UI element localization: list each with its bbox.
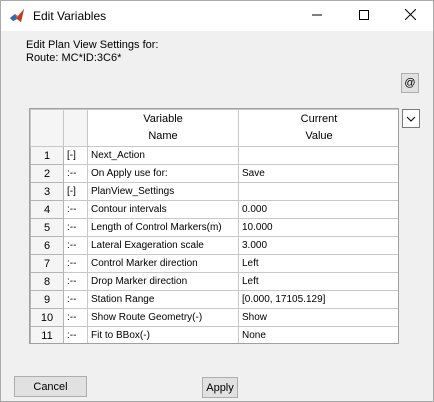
- header-route: Route: MC*ID:3C6*: [26, 52, 122, 64]
- close-button[interactable]: [387, 1, 433, 31]
- minimize-button[interactable]: [294, 1, 340, 31]
- close-icon: [404, 8, 416, 23]
- row-number: 4: [30, 200, 64, 219]
- tree-toggle[interactable]: :--: [63, 164, 88, 183]
- apply-button[interactable]: Apply: [202, 377, 238, 398]
- variable-value-cell[interactable]: [238, 146, 398, 165]
- tree-toggle[interactable]: :--: [63, 236, 88, 255]
- row-number: 2: [30, 164, 64, 183]
- table-row[interactable]: 1 [-] Next_Action: [30, 146, 398, 165]
- column-header-text: Name: [148, 130, 178, 142]
- table-row[interactable]: 9:-- Station Range [0.000, 17105.129]: [30, 290, 398, 309]
- matlab-icon: [9, 8, 25, 24]
- title-bar: Edit Variables: [1, 1, 433, 31]
- row-number: 1: [30, 146, 64, 165]
- cancel-button[interactable]: Cancel: [14, 376, 87, 397]
- variable-value-cell[interactable]: None: [238, 326, 398, 343]
- tree-toggle[interactable]: :--: [63, 200, 88, 219]
- variable-name-cell: Length of Control Markers(m): [87, 218, 239, 237]
- column-header-text: Current: [300, 113, 338, 125]
- tree-toggle[interactable]: :--: [63, 272, 88, 291]
- variable-name-cell: Station Range: [87, 290, 239, 309]
- tree-toggle[interactable]: :--: [63, 326, 88, 343]
- column-header-current-value[interactable]: Current Value: [238, 109, 398, 147]
- row-number: 3: [30, 182, 64, 201]
- variable-value-cell[interactable]: Left: [238, 254, 398, 273]
- chevron-down-icon: [406, 113, 416, 125]
- table-row[interactable]: 11:-- Fit to BBox(-) None: [30, 326, 398, 343]
- header-line-1: Edit Plan View Settings for:: [26, 39, 159, 51]
- variable-value-cell[interactable]: Show: [238, 308, 398, 327]
- row-number: 7: [30, 254, 64, 273]
- tree-toggle[interactable]: :--: [63, 218, 88, 237]
- table-row[interactable]: 8:-- Drop Marker direction Left: [30, 272, 398, 291]
- table-row[interactable]: 6:-- Lateral Exageration scale 3.000: [30, 236, 398, 255]
- variable-value-cell[interactable]: [238, 182, 398, 201]
- tree-toggle[interactable]: :--: [63, 308, 88, 327]
- maximize-button[interactable]: [341, 1, 387, 31]
- variable-name-cell: Control Marker direction: [87, 254, 239, 273]
- variable-name-cell: On Apply use for:: [87, 164, 239, 183]
- row-number: 9: [30, 290, 64, 309]
- at-button[interactable]: @: [401, 73, 419, 93]
- table-row[interactable]: 3 [-] PlanView_Settings: [30, 182, 398, 201]
- window-title: Edit Variables: [33, 9, 107, 23]
- variable-value-cell[interactable]: [0.000, 17105.129]: [238, 290, 398, 309]
- row-number: 5: [30, 218, 64, 237]
- variable-name-cell: Show Route Geometry(-): [87, 308, 239, 327]
- edit-variables-window: Edit Variables Edit Plan View Settings f…: [0, 0, 434, 402]
- variable-name-cell: Next_Action: [87, 146, 239, 165]
- variable-name-cell: Contour intervals: [87, 200, 239, 219]
- variable-value-cell[interactable]: 10.000: [238, 218, 398, 237]
- row-number: 11: [30, 326, 64, 343]
- table-row[interactable]: 2:-- On Apply use for: Save: [30, 164, 398, 183]
- table-row[interactable]: 10:-- Show Route Geometry(-) Show: [30, 308, 398, 327]
- column-header-text: Variable: [143, 113, 183, 125]
- variable-value-cell[interactable]: 3.000: [238, 236, 398, 255]
- row-number: 10: [30, 308, 64, 327]
- variable-value-cell[interactable]: Left: [238, 272, 398, 291]
- dropdown-button[interactable]: [402, 109, 420, 128]
- table-row[interactable]: 5:-- Length of Control Markers(m) 10.000: [30, 218, 398, 237]
- variables-table: Variable Name Current Value 1 [-] Next_Act…: [29, 108, 399, 344]
- column-header-text: Value: [305, 130, 333, 142]
- tree-toggle[interactable]: [-]: [63, 182, 88, 201]
- variable-name-cell: PlanView_Settings: [87, 182, 239, 201]
- tree-toggle[interactable]: :--: [63, 254, 88, 273]
- tree-toggle[interactable]: [-]: [63, 146, 88, 165]
- variable-value-cell[interactable]: Save: [238, 164, 398, 183]
- tree-toggle[interactable]: :--: [63, 290, 88, 309]
- variable-name-cell: Drop Marker direction: [87, 272, 239, 291]
- variable-name-cell: Lateral Exageration scale: [87, 236, 239, 255]
- row-number: 6: [30, 236, 64, 255]
- tree-header: [63, 109, 88, 147]
- variable-name-cell: Fit to BBox(-): [87, 326, 239, 343]
- table-row[interactable]: 7:-- Control Marker direction Left: [30, 254, 398, 273]
- row-number: 8: [30, 272, 64, 291]
- minimize-icon: [312, 10, 322, 23]
- maximize-icon: [359, 9, 369, 23]
- row-number-header: [30, 109, 64, 147]
- table-row[interactable]: 4:-- Contour intervals 0.000: [30, 200, 398, 219]
- table-header-row: Variable Name Current Value: [30, 109, 398, 147]
- variable-value-cell[interactable]: 0.000: [238, 200, 398, 219]
- column-header-variable-name[interactable]: Variable Name: [87, 109, 239, 147]
